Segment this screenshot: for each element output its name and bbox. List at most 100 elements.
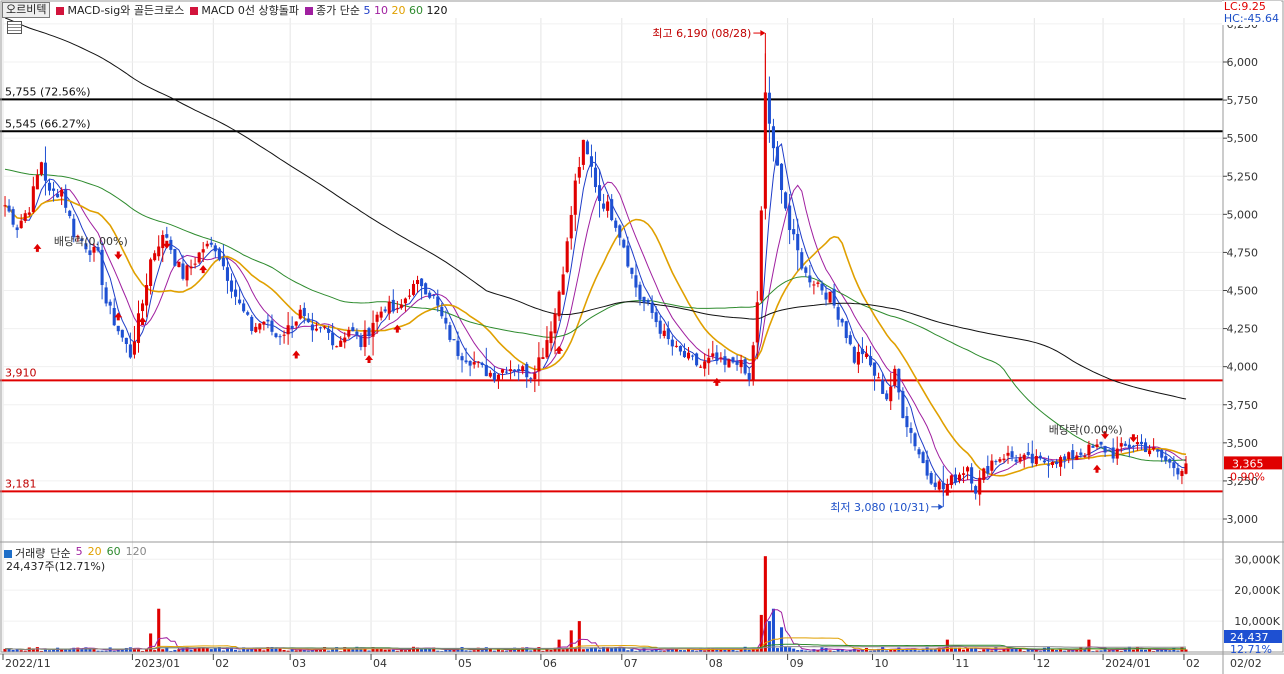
- candle-body: [707, 357, 711, 364]
- candle-body: [416, 279, 420, 285]
- candle-body: [1034, 456, 1038, 464]
- candle-body: [1164, 456, 1168, 461]
- candle-body: [1038, 455, 1042, 459]
- candle-body: [88, 250, 92, 256]
- candle-body: [541, 357, 545, 359]
- candle-body: [703, 361, 707, 369]
- y-tick-label: 4,750: [1227, 246, 1259, 259]
- candle-body: [937, 481, 941, 490]
- candle-body: [1067, 452, 1071, 460]
- candle-body: [488, 372, 492, 377]
- candle-body: [573, 180, 577, 215]
- candle-body: [1139, 441, 1144, 444]
- candle-body: [11, 209, 15, 225]
- candle-body: [642, 296, 646, 303]
- candle-body: [1123, 443, 1127, 446]
- candle-body: [610, 199, 614, 221]
- candle-body: [525, 363, 529, 378]
- candle-body: [897, 368, 901, 393]
- candle-body: [759, 210, 763, 301]
- grid-toggle-icon[interactable]: [7, 21, 22, 34]
- high-annotation: 최고 6,190 (08/28): [652, 27, 751, 40]
- candle-body: [310, 324, 314, 331]
- y-tick-label: 4,000: [1227, 361, 1259, 374]
- candle-body: [873, 362, 877, 376]
- candle-body: [242, 303, 246, 312]
- candle-body: [618, 225, 622, 238]
- candle-body: [1095, 444, 1099, 447]
- candle-body: [504, 371, 509, 373]
- candle-body: [460, 356, 464, 361]
- volume-bar: [788, 647, 792, 652]
- candle-body: [60, 189, 64, 197]
- candle-body: [792, 229, 796, 235]
- candle-body: [1087, 444, 1091, 456]
- candle-body: [808, 275, 812, 283]
- current-change-label: 0.90%: [1230, 470, 1265, 483]
- candle-body: [1103, 446, 1107, 453]
- hc-value: HC:-45.64: [1223, 12, 1279, 25]
- ma-5-label: 5: [363, 4, 371, 17]
- stock-name-box[interactable]: 오르비텍: [2, 2, 51, 18]
- study-macd-golden[interactable]: MACD-sig와 골든크로스: [56, 2, 184, 18]
- candle-body: [775, 146, 780, 166]
- candle-body: [351, 327, 355, 332]
- candle-body: [844, 321, 848, 338]
- candle-body: [124, 337, 128, 344]
- candle-body: [246, 312, 250, 315]
- candle-body: [868, 356, 873, 366]
- candle-body: [666, 328, 670, 340]
- candle-body: [68, 210, 72, 217]
- candle-body: [1042, 460, 1046, 463]
- candle-body: [585, 141, 589, 155]
- candle-body: [355, 331, 359, 336]
- volume-swatch: [4, 550, 12, 558]
- candle-body: [407, 295, 411, 297]
- level-label: 5,755 (72.56%): [5, 85, 91, 98]
- candle-body: [500, 369, 505, 373]
- candle-body: [322, 326, 327, 328]
- candle-body: [529, 378, 533, 380]
- candle-body: [864, 353, 869, 357]
- candle-body: [27, 212, 31, 215]
- candle-body: [957, 474, 962, 481]
- candle-body: [1006, 452, 1010, 456]
- ma-10-label: 10: [373, 4, 388, 17]
- dividend-annotation: 배당락(0.00%): [54, 235, 128, 248]
- candle-body: [1115, 448, 1119, 459]
- x-tick-label: 04: [373, 657, 387, 670]
- price-chart[interactable]: 5,755 (72.56%) 5,545 (66.27%) 3,910 3,181 2…: [0, 0, 1284, 674]
- candle-body: [420, 278, 424, 287]
- volume-current: 24,437주(12.71%): [6, 560, 106, 573]
- candle-body: [852, 346, 856, 363]
- candle-body: [889, 386, 893, 402]
- ma-legend[interactable]: 종가 단순 5 10 20 60 120: [305, 2, 447, 18]
- candle-body: [290, 325, 294, 329]
- candle-body: [436, 296, 440, 306]
- current-volume-pct: 12.71%: [1230, 643, 1272, 656]
- candle-body: [735, 360, 739, 365]
- candle-body: [298, 309, 302, 319]
- lc-hc-readout: LC:9.25 HC:-45.64: [1221, 1, 1281, 25]
- candle-body: [238, 299, 242, 304]
- candle-body: [428, 292, 432, 298]
- candle-body: [1099, 441, 1103, 445]
- candle-body: [820, 283, 824, 291]
- volume-bar: [205, 647, 209, 652]
- candle-body: [589, 156, 593, 167]
- candle-body: [925, 460, 929, 476]
- candle-body: [804, 267, 808, 273]
- candle-body: [1055, 461, 1059, 465]
- candle-body: [755, 302, 759, 343]
- candle-body: [181, 263, 185, 279]
- candle-body: [278, 336, 282, 338]
- candle-body: [1148, 450, 1152, 455]
- volume-bar: [792, 648, 796, 652]
- candle-body: [411, 283, 416, 295]
- x-tick-label: 08: [709, 657, 723, 670]
- candle-body: [711, 353, 715, 357]
- candle-body: [788, 205, 792, 231]
- x-tick-label: 2023/01: [134, 657, 180, 670]
- candle-body: [1180, 470, 1184, 477]
- study-macd-zero[interactable]: MACD 0선 상향돌파: [190, 2, 299, 18]
